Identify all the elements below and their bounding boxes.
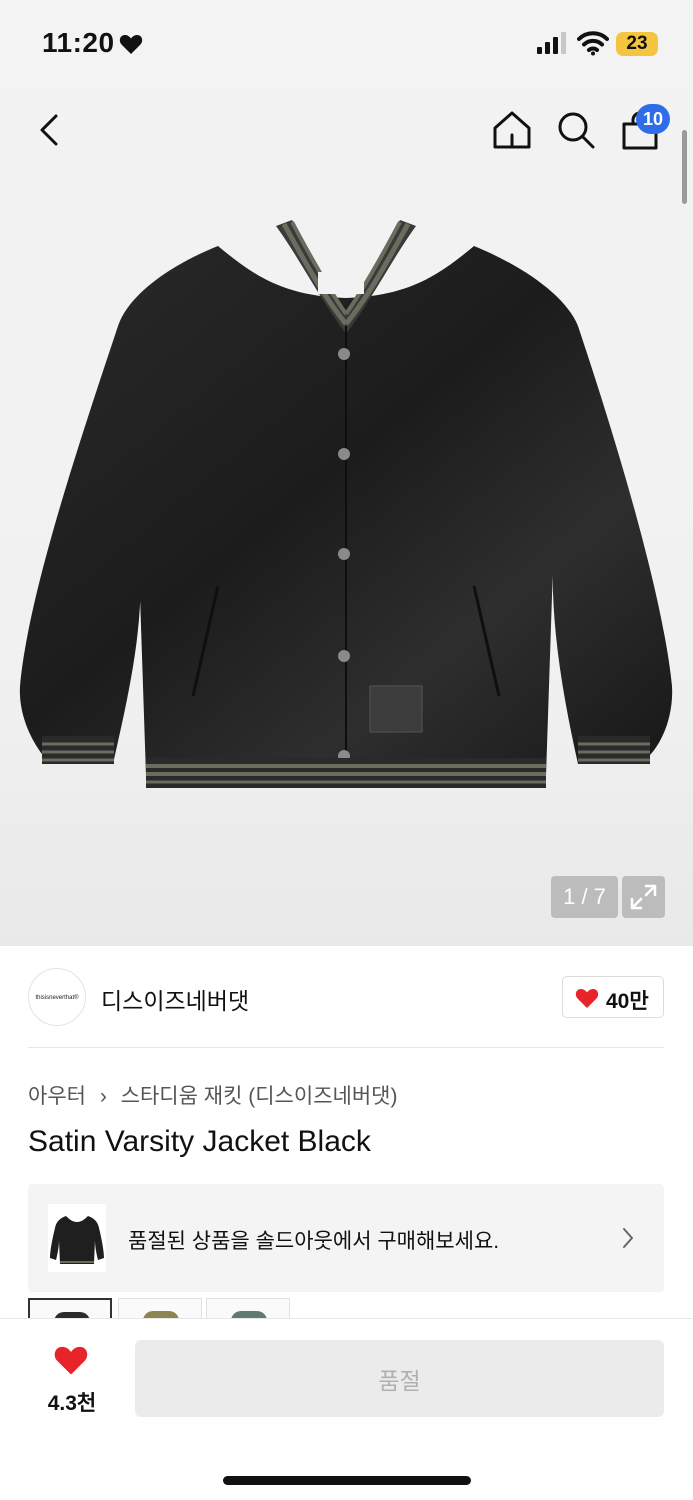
brand-logo[interactable]: thisisneverthat®: [28, 968, 86, 1026]
back-icon: [40, 114, 58, 146]
back-button[interactable]: [32, 108, 72, 152]
swatch-thumbnail: [143, 1311, 179, 1318]
chevron-right-icon: ›: [99, 1085, 107, 1108]
home-icon: [493, 111, 531, 149]
breadcrumb: 아우터 › 스타디움 재킷 (디스이즈네버댓): [28, 1080, 397, 1110]
color-swatch-black[interactable]: [28, 1298, 112, 1318]
image-counter: 1 / 7: [551, 876, 618, 918]
status-bar: 11:20 23: [0, 0, 693, 88]
color-swatches: [28, 1298, 428, 1318]
product-hero: 11:20 23 10 1 / 7: [0, 0, 693, 946]
wifi-icon: [577, 31, 609, 56]
expand-icon: [630, 884, 657, 910]
home-indicator[interactable]: [223, 1476, 471, 1485]
scrollbar[interactable]: [682, 130, 687, 204]
brand-like-count: 40만: [606, 990, 649, 1013]
breadcrumb-item-outer[interactable]: 아우터: [28, 1080, 86, 1110]
brand-name[interactable]: 디스이즈네버댓: [101, 982, 249, 1016]
soldout-button[interactable]: 품절: [135, 1340, 664, 1417]
battery-icon: 23: [616, 32, 658, 56]
product-image[interactable]: [18, 216, 674, 800]
soldout-banner-text: 품절된 상품을 솔드아웃에서 구매해보세요.: [128, 1230, 500, 1253]
status-time: 11:20: [42, 27, 115, 58]
cart-badge: 10: [636, 104, 670, 134]
divider: [28, 1047, 664, 1048]
search-button[interactable]: [554, 108, 598, 152]
product-like-button[interactable]: 4.3천: [30, 1340, 114, 1416]
heart-icon: [119, 35, 143, 54]
search-icon: [558, 112, 595, 149]
product-like-count: 4.3천: [47, 1392, 97, 1415]
heart-icon: [54, 1346, 88, 1375]
swatch-thumbnail: [231, 1311, 267, 1318]
chevron-right-icon: [623, 1228, 633, 1248]
brand-logo-text: thisisneverthat®: [35, 995, 79, 1001]
soldout-banner[interactable]: 품절된 상품을 솔드아웃에서 구매해보세요.: [28, 1184, 664, 1292]
product-title: Satin Varsity Jacket Black: [28, 1125, 371, 1158]
brand-like-button[interactable]: 40만: [562, 976, 664, 1018]
color-swatch-green[interactable]: [206, 1298, 290, 1318]
color-swatch-olive[interactable]: [118, 1298, 202, 1318]
heart-icon: [575, 989, 599, 1008]
banner-thumbnail: [48, 1204, 106, 1272]
home-button[interactable]: [490, 108, 534, 152]
breadcrumb-item-stadium-jacket[interactable]: 스타디움 재킷 (디스이즈네버댓): [121, 1080, 398, 1110]
expand-button[interactable]: [622, 876, 665, 918]
signal-icon: [537, 32, 566, 54]
